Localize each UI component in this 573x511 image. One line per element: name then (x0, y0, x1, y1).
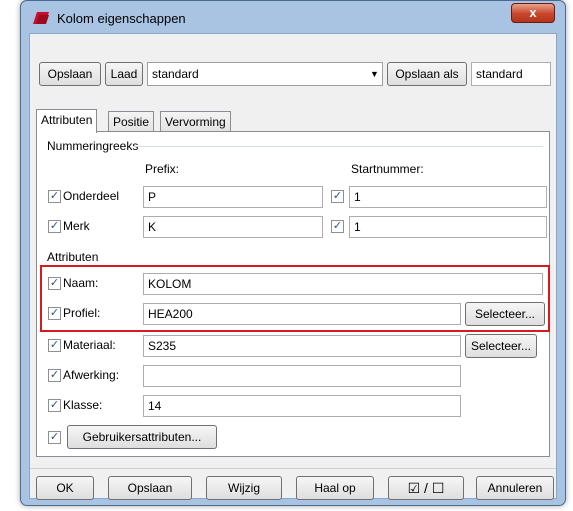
user-attributes-button[interactable]: Gebruikersattributen... (67, 425, 217, 449)
tab-positie[interactable]: Positie (108, 111, 155, 133)
afwerking-checkbox[interactable]: ✓ (48, 369, 61, 382)
cancel-button[interactable]: Annuleren (476, 476, 554, 500)
dialog-body: Opslaan Laad standard ▼ Opslaan als stan… (29, 33, 557, 500)
tab-vervorming[interactable]: Vervorming (160, 111, 231, 133)
user-attributes-checkbox[interactable]: ✓ (48, 431, 61, 444)
close-button[interactable]: x (511, 3, 555, 23)
afwerking-label: Afwerking: (63, 368, 120, 382)
preset-select-value: standard (152, 67, 199, 81)
afwerking-input[interactable] (143, 365, 461, 387)
merk-checkbox[interactable]: ✓ (48, 220, 61, 233)
app-icon (33, 12, 49, 24)
ok-button[interactable]: OK (36, 476, 94, 500)
onderdeel-start-checkbox[interactable]: ✓ (331, 190, 344, 203)
merk-prefix-input[interactable]: K (143, 216, 323, 238)
save-as-input[interactable]: standard (471, 62, 551, 86)
onderdeel-prefix-input[interactable]: P (143, 186, 323, 208)
materiaal-select-button[interactable]: Selecteer... (465, 334, 537, 358)
klasse-input[interactable]: 14 (143, 395, 461, 417)
attributes-panel: Nummeringreeks Prefix: Startnummer: ✓ On… (36, 131, 550, 457)
chevron-down-icon[interactable]: ▼ (370, 69, 379, 79)
footer-divider (30, 468, 556, 469)
attributes-group-label: Attributen (47, 250, 99, 264)
materiaal-checkbox[interactable]: ✓ (48, 339, 61, 352)
load-preset-button[interactable]: Laad (105, 62, 143, 86)
group-divider (133, 146, 543, 147)
save-as-button[interactable]: Opslaan als (387, 62, 467, 86)
preset-select[interactable]: standard (147, 62, 383, 86)
materiaal-input[interactable]: S235 (143, 335, 461, 357)
title-bar[interactable]: Kolom eigenschappen x (21, 1, 565, 35)
window-title: Kolom eigenschappen (57, 11, 186, 26)
merk-start-input[interactable]: 1 (349, 216, 547, 238)
save-button[interactable]: Opslaan (108, 476, 192, 500)
start-number-header: Startnummer: (351, 162, 424, 176)
onderdeel-label: Onderdeel (63, 189, 120, 203)
materiaal-label: Materiaal: (63, 338, 116, 352)
onderdeel-start-input[interactable]: 1 (349, 186, 547, 208)
prefix-header: Prefix: (145, 162, 180, 176)
dialog-window: Kolom eigenschappen x Opslaan Laad stand… (20, 0, 566, 506)
toggle-checkboxes-button[interactable]: ☑ / ☐ (388, 476, 464, 500)
modify-button[interactable]: Wijzig (206, 476, 282, 500)
klasse-label: Klasse: (63, 398, 103, 412)
klasse-checkbox[interactable]: ✓ (48, 399, 61, 412)
numbering-group-label: Nummeringreeks (47, 139, 139, 153)
merk-start-checkbox[interactable]: ✓ (331, 220, 344, 233)
get-button[interactable]: Haal op (296, 476, 374, 500)
close-icon: x (529, 5, 537, 20)
merk-label: Merk (63, 219, 90, 233)
onderdeel-checkbox[interactable]: ✓ (48, 190, 61, 203)
save-preset-button[interactable]: Opslaan (39, 62, 101, 86)
tab-attributen[interactable]: Attributen (36, 109, 98, 133)
highlight-box (40, 265, 550, 332)
